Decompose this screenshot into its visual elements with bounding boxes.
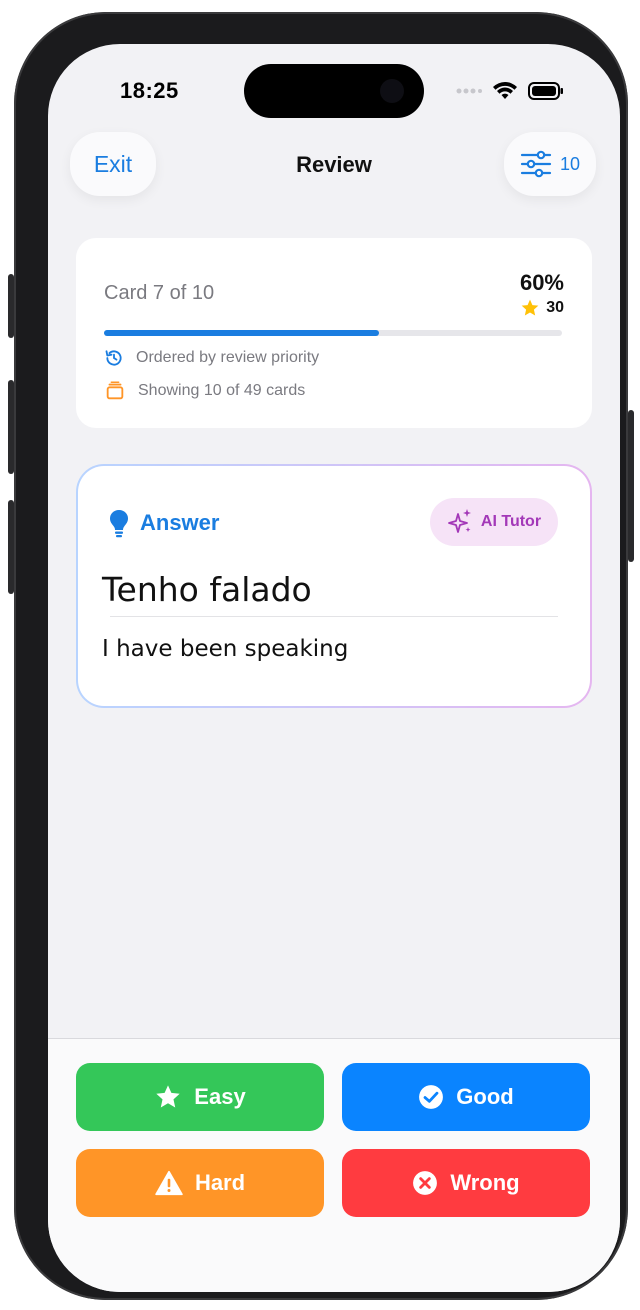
card-counter: Card 7 of 10	[104, 282, 215, 304]
star-icon	[521, 299, 539, 316]
rating-panel: Easy Good Hard Wrong	[48, 1038, 620, 1292]
lightbulb-icon	[110, 510, 128, 538]
screen: 18:25 Exit Review 10 Card 7 of 10 60% 30…	[48, 44, 620, 1292]
power-button	[628, 410, 634, 562]
sliders-icon	[520, 150, 552, 178]
showing-text: Showing 10 of 49 cards	[138, 382, 306, 399]
showing-info: Showing 10 of 49 cards	[104, 380, 305, 402]
stars-value: 30	[546, 299, 564, 316]
easy-label: Easy	[194, 1084, 246, 1109]
status-time: 18:25	[120, 78, 179, 103]
progress-bar-fill	[104, 330, 379, 336]
answer-card: Answer AI Tutor Tenho falado I have been…	[76, 464, 592, 708]
stars-count: 30	[520, 298, 564, 318]
status-icons	[456, 80, 564, 102]
ai-tutor-label: AI Tutor	[480, 513, 542, 530]
wrong-label: Wrong	[450, 1170, 520, 1195]
term-text: Tenho falado	[102, 570, 312, 609]
filter-count: 10	[559, 153, 581, 174]
order-info: Ordered by review priority	[104, 348, 319, 368]
volume-down-button	[8, 500, 14, 594]
answer-header: Answer	[108, 508, 219, 538]
ai-tutor-button[interactable]: AI Tutor	[430, 498, 558, 546]
answer-label: Answer	[140, 510, 220, 535]
wrong-button[interactable]: Wrong	[342, 1149, 590, 1217]
hard-label: Hard	[194, 1170, 246, 1195]
answer-divider	[110, 616, 558, 617]
progress-percent: 60%	[519, 270, 564, 295]
translation-text: I have been speaking	[102, 636, 349, 662]
star-icon	[156, 1085, 180, 1108]
checkmark-circle-icon	[419, 1085, 444, 1109]
volume-up-button	[8, 380, 14, 474]
sparkles-icon	[448, 509, 471, 533]
good-label: Good	[456, 1084, 514, 1109]
progress-card: Card 7 of 10 60% 30 Ordered by review pr…	[76, 238, 592, 428]
x-circle-icon	[413, 1171, 438, 1195]
signal-icon	[456, 88, 482, 94]
wifi-icon	[493, 82, 517, 99]
phone-frame: 18:25 Exit Review 10 Card 7 of 10 60% 30…	[8, 12, 634, 1300]
progress-bar	[104, 330, 562, 336]
battery-icon	[528, 82, 563, 100]
warning-icon	[155, 1170, 183, 1196]
good-button[interactable]: Good	[342, 1063, 590, 1131]
easy-button[interactable]: Easy	[76, 1063, 324, 1131]
action-button	[8, 274, 14, 338]
order-text: Ordered by review priority	[136, 349, 320, 366]
history-icon	[105, 350, 122, 366]
dynamic-island	[244, 64, 424, 118]
filter-button[interactable]: 10	[504, 132, 596, 196]
cards-stack-icon	[106, 381, 124, 400]
hard-button[interactable]: Hard	[76, 1149, 324, 1217]
